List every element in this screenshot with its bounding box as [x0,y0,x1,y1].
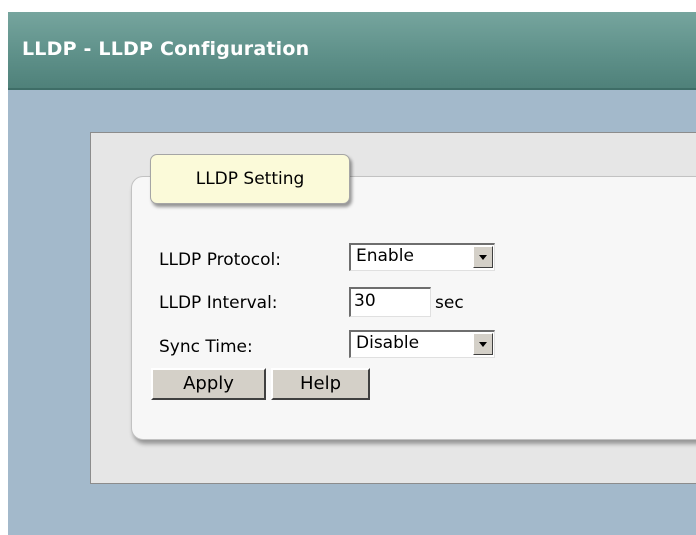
chevron-down-icon[interactable] [473,246,493,268]
lldp-interval-label: LLDP Interval: [159,293,278,313]
sync-time-value: Disable [356,333,420,353]
sync-time-label: Sync Time: [159,337,253,357]
lldp-interval-unit: sec [435,293,464,313]
lldp-interval-input[interactable]: 30 [349,287,431,317]
page-title: LLDP - LLDP Configuration [22,38,310,60]
lldp-protocol-label: LLDP Protocol: [159,250,281,270]
sync-time-select[interactable]: Disable [349,330,495,358]
page-background: LLDP - LLDP Configuration LLDP Setting L… [8,12,696,535]
title-bar: LLDP - LLDP Configuration [8,12,696,90]
config-panel: LLDP Setting LLDP Protocol: Enable LLDP … [90,132,696,484]
help-button[interactable]: Help [271,368,370,400]
apply-button[interactable]: Apply [151,368,266,400]
chevron-down-icon[interactable] [473,333,493,355]
lldp-setting-legend: LLDP Setting [150,154,350,204]
lldp-protocol-select[interactable]: Enable [349,243,495,271]
lldp-protocol-value: Enable [356,246,414,266]
